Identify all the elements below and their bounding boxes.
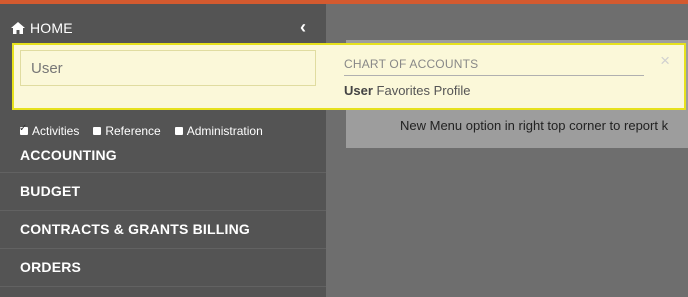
home-link[interactable]: HOME (10, 18, 73, 38)
search-overlay: CHART OF ACCOUNTS User Favorites Profile… (12, 43, 686, 110)
reference-label: Reference (105, 124, 161, 138)
administration-label: Administration (186, 124, 263, 138)
filter-reference[interactable]: Reference (93, 124, 161, 138)
reference-checkbox[interactable] (93, 127, 102, 135)
menu-item-contracts-grants-billing[interactable]: CONTRACTS & GRANTS BILLING (0, 211, 326, 249)
search-input[interactable] (20, 50, 316, 86)
administration-checkbox[interactable] (174, 127, 183, 135)
notice-text: New Menu option in right top corner to r… (400, 118, 669, 133)
menu-item-accounting[interactable]: ACCOUNTING (0, 138, 326, 173)
main-menu: ACCOUNTING BUDGET CONTRACTS & GRANTS BIL… (0, 138, 326, 287)
result-match-text: User (344, 83, 373, 98)
result-item-user-favorites-profile[interactable]: User Favorites Profile (344, 83, 470, 98)
menu-item-orders[interactable]: ORDERS (0, 249, 326, 287)
result-category-heading: CHART OF ACCOUNTS (344, 57, 644, 76)
home-label: HOME (30, 20, 73, 36)
chevron-left-icon[interactable]: ‹ (300, 17, 306, 38)
filter-options: Activities Reference Administration (19, 123, 263, 138)
result-rest-text: Favorites Profile (372, 83, 471, 98)
close-icon[interactable]: × (660, 51, 670, 71)
filter-administration[interactable]: Administration (174, 124, 263, 138)
menu-item-budget[interactable]: BUDGET (0, 173, 326, 211)
filter-activities[interactable]: Activities (19, 123, 80, 138)
home-icon (10, 21, 26, 35)
activities-label: Activities (32, 124, 80, 138)
activities-checkbox[interactable] (19, 123, 28, 135)
